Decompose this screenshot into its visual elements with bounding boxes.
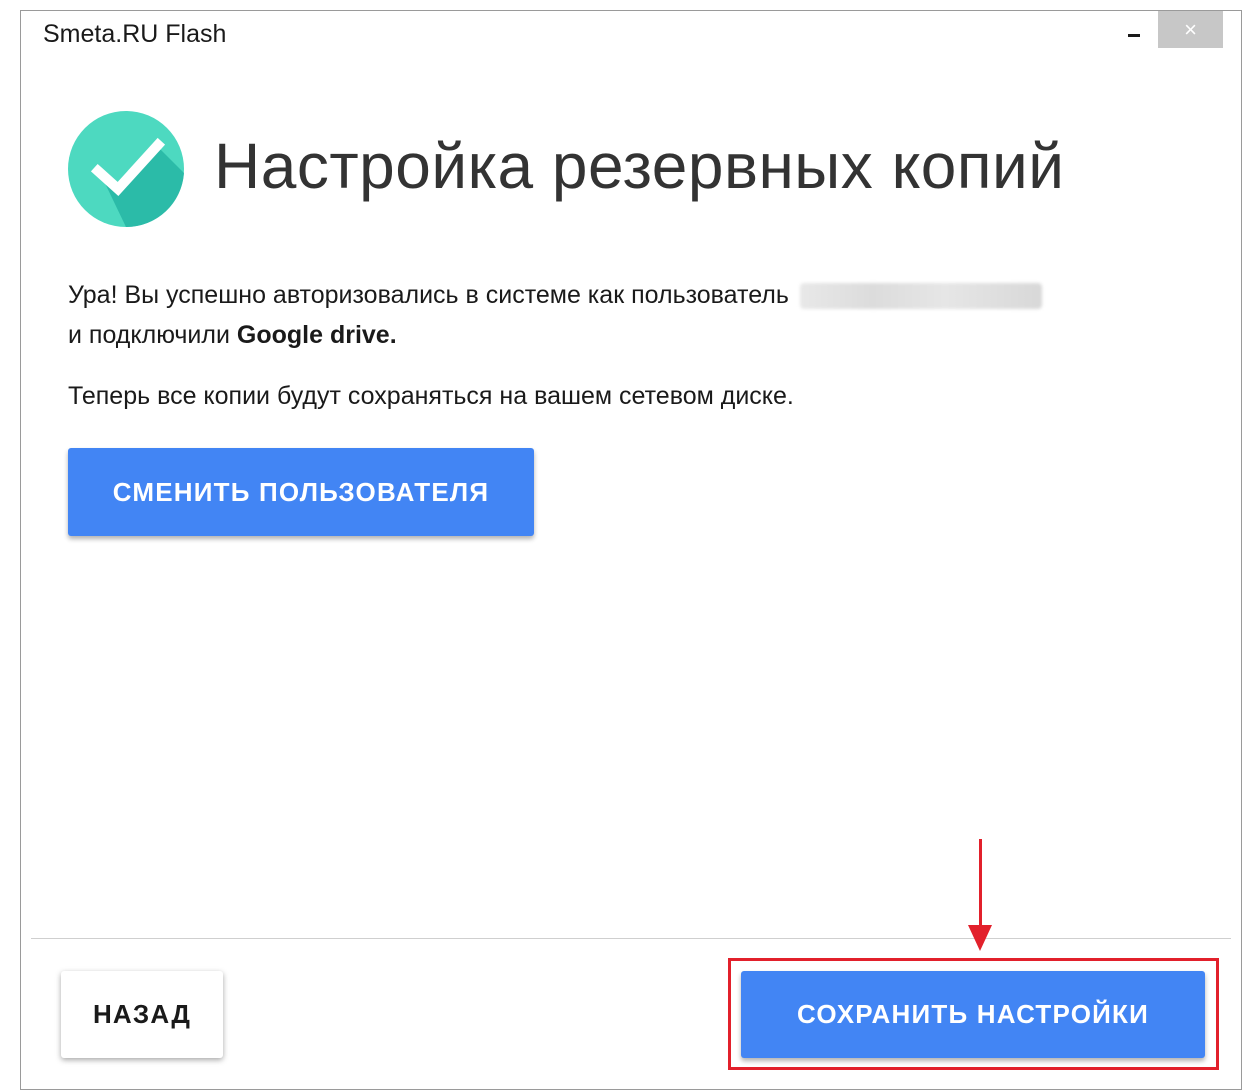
success-message-line1: Ура! Вы успешно авторизовались в системе…	[68, 281, 789, 309]
app-window: Smeta.RU Flash × Настройка резервных коп…	[20, 10, 1242, 1090]
footer-divider	[31, 938, 1231, 939]
service-name: Google drive.	[236, 321, 397, 349]
success-message: Ура! Вы успешно авторизовались в системе…	[68, 275, 1042, 355]
title-bar[interactable]: Smeta.RU Flash ×	[21, 11, 1241, 61]
back-button[interactable]: НАЗАД	[61, 971, 223, 1058]
annotation-arrow-icon	[968, 925, 992, 951]
info-message: Теперь все копии будут сохраняться на ва…	[68, 382, 794, 410]
change-user-button[interactable]: СМЕНИТЬ ПОЛЬЗОВАТЕЛЯ	[68, 448, 534, 536]
minimize-button[interactable]	[1111, 11, 1156, 48]
page-title: Настройка резервных копий	[214, 130, 1065, 202]
annotation-highlight-box	[728, 958, 1219, 1070]
close-icon: ×	[1184, 16, 1197, 42]
close-button[interactable]: ×	[1158, 11, 1223, 48]
blurred-username	[799, 283, 1042, 310]
annotation-arrow-shaft	[979, 839, 982, 929]
checkmark-circle-icon	[68, 111, 184, 227]
success-message-prefix: и подключили	[68, 321, 237, 349]
window-title: Smeta.RU Flash	[43, 20, 227, 48]
minimize-icon	[1127, 34, 1140, 37]
